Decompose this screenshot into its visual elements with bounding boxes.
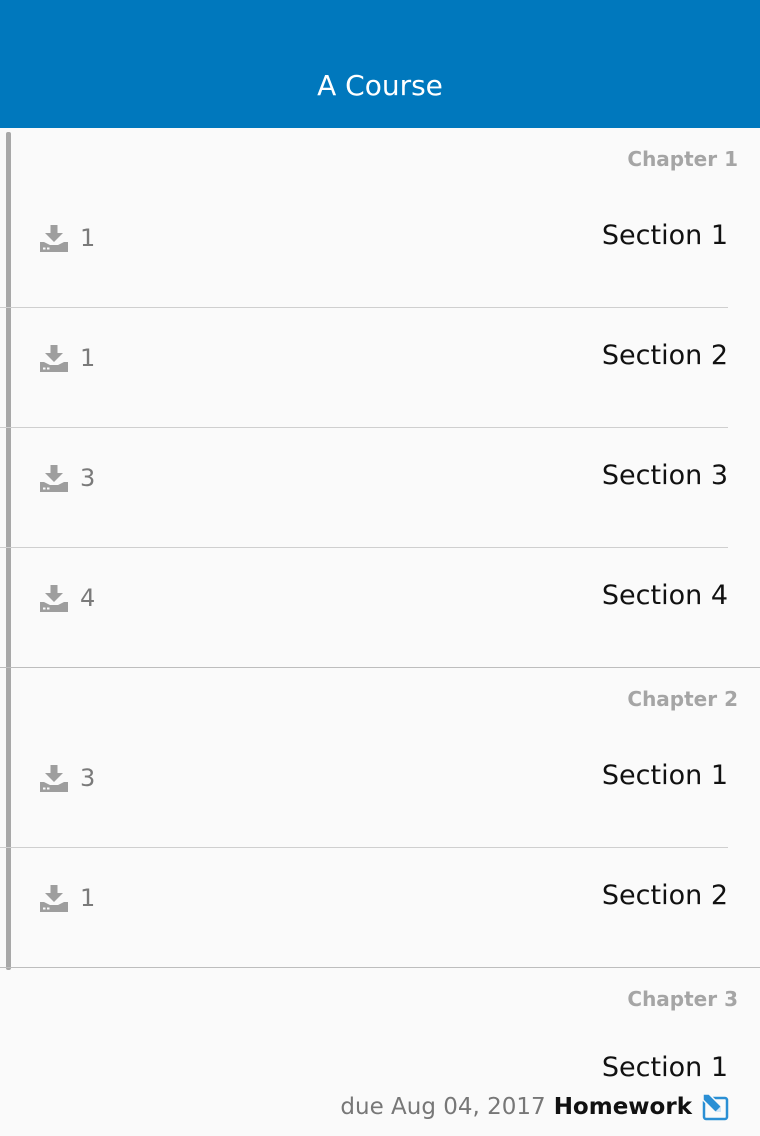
download-icon[interactable] <box>40 884 68 912</box>
chapter-header: Chapter 2 <box>627 687 738 711</box>
section-row[interactable]: 1 Section 2 <box>0 308 760 428</box>
chapter-header: Chapter 1 <box>627 147 738 171</box>
section-title: Section 2 <box>601 880 728 911</box>
section-row[interactable]: Section 1 due Aug 04, 2017 Homework <box>0 1050 760 1136</box>
section-title: Section 2 <box>601 340 728 371</box>
download-icon[interactable] <box>40 584 68 612</box>
app-bar: A Course <box>0 0 760 128</box>
download-count: 3 <box>80 464 96 492</box>
section-title: Section 1 <box>601 220 728 251</box>
page-title: A Course <box>317 69 443 102</box>
section-row[interactable]: 3 Section 3 <box>0 428 760 548</box>
download-count: 3 <box>80 764 96 792</box>
assignment-type: Homework <box>553 1094 692 1120</box>
chapter-header: Chapter 3 <box>627 987 738 1011</box>
download-count: 4 <box>80 584 96 612</box>
section-title: Section 4 <box>601 580 728 611</box>
download-icon[interactable] <box>40 344 68 372</box>
section-row[interactable]: 3 Section 1 <box>0 728 760 848</box>
download-count: 1 <box>80 884 96 912</box>
chapter-divider <box>0 667 760 668</box>
homework-edit-icon[interactable] <box>700 1093 730 1121</box>
course-outline[interactable]: Chapter 1 1 Section 1 1 Section 2 3 Sect… <box>0 128 760 1136</box>
section-row[interactable]: 1 Section 1 <box>0 188 760 308</box>
download-count: 1 <box>80 344 96 372</box>
section-row[interactable]: 4 Section 4 <box>0 548 760 668</box>
section-row[interactable]: 1 Section 2 <box>0 848 760 968</box>
assignment-info[interactable]: due Aug 04, 2017 Homework <box>340 1092 730 1122</box>
chapter-divider <box>0 967 760 968</box>
section-title: Section 1 <box>601 760 728 791</box>
section-title: Section 3 <box>601 460 728 491</box>
due-date: due Aug 04, 2017 <box>340 1094 546 1120</box>
download-icon[interactable] <box>40 764 68 792</box>
download-count: 1 <box>80 224 96 252</box>
download-icon[interactable] <box>40 464 68 492</box>
section-title: Section 1 <box>601 1052 728 1083</box>
download-icon[interactable] <box>40 224 68 252</box>
